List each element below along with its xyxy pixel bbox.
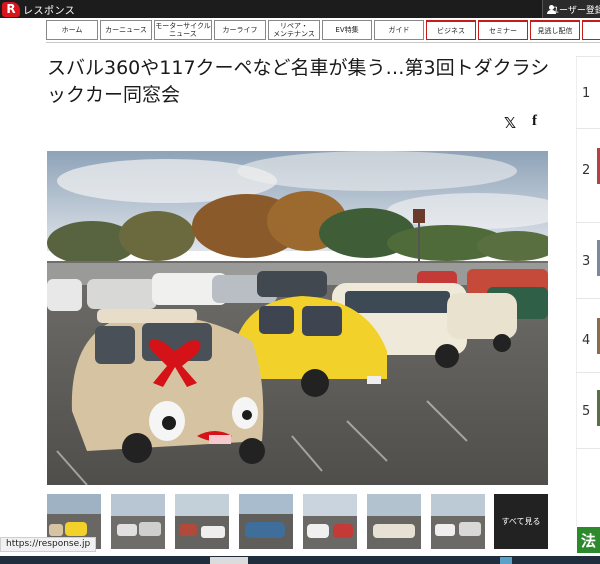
status-bar-url: https://response.jp <box>0 537 97 552</box>
gallery-thumb[interactable] <box>239 494 293 549</box>
ranking-number[interactable]: 4 <box>582 333 590 348</box>
thumb-image <box>239 494 293 549</box>
rail-divider <box>576 448 600 449</box>
nav-item-more[interactable] <box>582 20 600 40</box>
ranking-number[interactable]: 5 <box>582 404 590 419</box>
thumb-image <box>111 494 165 549</box>
user-register-button[interactable]: ユーザー登録 <box>542 0 600 18</box>
rail-divider <box>576 56 600 57</box>
rail-divider <box>576 298 600 299</box>
nav-item-home[interactable]: ホーム <box>46 20 98 40</box>
facebook-share-icon[interactable]: f <box>532 113 537 130</box>
nav-item-ev[interactable]: EV特集 <box>322 20 372 40</box>
site-logo[interactable]: R レスポンス <box>2 1 75 17</box>
thumb-image <box>175 494 229 549</box>
nav-item-repair[interactable]: リペア・ メンテナンス <box>268 20 320 40</box>
nav-item-car-life[interactable]: カーライフ <box>214 20 266 40</box>
gallery-thumb[interactable] <box>367 494 421 549</box>
nav-item-archive[interactable]: 見逃し配信 <box>530 20 580 40</box>
ranking-number[interactable]: 1 <box>582 86 590 101</box>
ranking-number[interactable]: 2 <box>582 163 590 178</box>
gallery-thumb[interactable] <box>175 494 229 549</box>
nav-item-business[interactable]: ビジネス <box>426 20 476 40</box>
side-ad-banner[interactable]: 法 <box>577 527 600 553</box>
thumb-image <box>431 494 485 549</box>
gallery-thumb[interactable] <box>431 494 485 549</box>
gallery-thumb[interactable] <box>111 494 165 549</box>
nav-item-motorcycle-news[interactable]: モーターサイクル ニュース <box>154 20 212 40</box>
rail-divider <box>576 222 600 223</box>
article-title: スバル360や117クーペなど名車が集う…第3回トダクラシックカー同窓会 <box>47 57 550 106</box>
main-photo-illustration <box>47 151 548 485</box>
article-main-photo[interactable] <box>47 151 548 485</box>
taskbar-app-icon[interactable] <box>500 557 512 564</box>
gallery-thumb[interactable] <box>303 494 357 549</box>
ranking-number[interactable]: 3 <box>582 254 590 269</box>
site-name: レスポンス <box>23 5 76 17</box>
nav-item-guide[interactable]: ガイド <box>374 20 424 40</box>
rail-divider <box>576 128 600 129</box>
user-register-label: ユーザー登録 <box>550 5 600 16</box>
thumb-image <box>367 494 421 549</box>
x-share-icon[interactable]: 𝕏 <box>504 114 516 132</box>
nav-divider <box>46 42 600 43</box>
nav-item-car-news[interactable]: カーニュース <box>100 20 152 40</box>
photo-gallery-strip: すべて見る <box>47 494 548 549</box>
thumb-image <box>303 494 357 549</box>
rail-divider <box>576 372 600 373</box>
main-nav: ホーム カーニュース モーターサイクル ニュース カーライフ リペア・ メンテナ… <box>46 18 600 42</box>
nav-item-seminar[interactable]: セミナー <box>478 20 528 40</box>
site-topbar <box>0 0 600 18</box>
logo-r-icon: R <box>2 1 20 17</box>
ranking-sidebar <box>576 56 600 526</box>
see-all-photos-button[interactable]: すべて見る <box>494 494 548 549</box>
taskbar-app-icon[interactable] <box>210 557 248 564</box>
